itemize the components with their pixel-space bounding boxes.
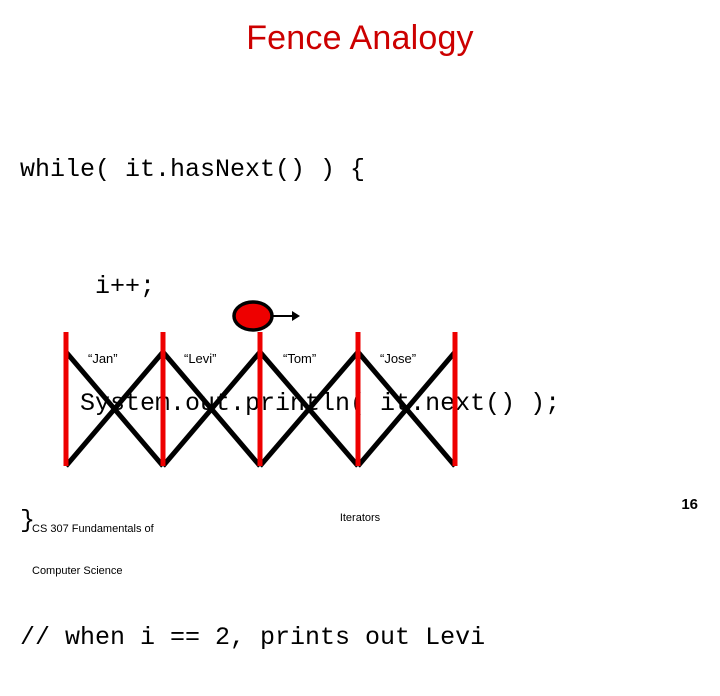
iterator-ellipse-icon bbox=[232, 300, 274, 332]
iterator-arrowhead-icon bbox=[292, 311, 300, 321]
footer-course-info: CS 307 Fundamentals of Computer Science bbox=[32, 494, 154, 592]
iterator-marker-icon bbox=[232, 300, 300, 332]
code-line: // when i == 2, prints out Levi bbox=[20, 623, 486, 652]
footer-topic: Iterators bbox=[339, 512, 381, 524]
page-title: Fence Analogy bbox=[246, 19, 474, 57]
fence-label-levi: “Levi” bbox=[184, 351, 217, 366]
code-line: while( it.hasNext() ) { bbox=[20, 155, 366, 184]
fence-graphic bbox=[63, 300, 458, 468]
fence-label-jose: “Jose” bbox=[380, 351, 417, 366]
page-number: 16 bbox=[681, 496, 698, 513]
footer-course-line-2: Computer Science bbox=[32, 565, 123, 577]
fence-diagram: “Jan” “Levi” “Tom” “Jose” bbox=[0, 280, 720, 480]
fence-label-jan: “Jan” bbox=[88, 351, 118, 366]
fence-label-tom: “Tom” bbox=[283, 351, 317, 366]
